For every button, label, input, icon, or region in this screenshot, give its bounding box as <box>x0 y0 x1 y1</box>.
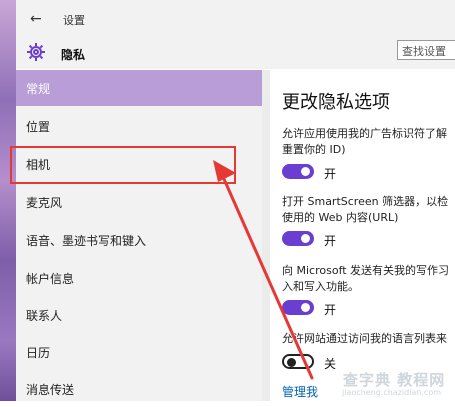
annotation-highlight-box <box>10 146 236 184</box>
watermark: 查字典 教程网 <box>343 371 446 389</box>
title-bar: ← 设置 <box>16 0 455 38</box>
toggle-state-label: 关 <box>324 357 337 371</box>
setting-description: 使用的 Web 内容(URL) <box>282 211 399 224</box>
gear-icon <box>27 43 45 61</box>
toggle-knob <box>301 167 310 176</box>
search-input[interactable]: 查找设置 <box>397 40 455 60</box>
sidebar-item-label: 日历 <box>26 346 51 360</box>
sidebar-item-label: 联系人 <box>26 309 63 323</box>
sidebar-item-microphone[interactable]: 麦克风 <box>16 184 262 220</box>
setting-description: 允许应用使用我的广告标识符了解 <box>282 127 447 140</box>
smartscreen-toggle[interactable] <box>282 231 314 246</box>
sidebar-item-label: 消息传送 <box>26 383 75 397</box>
toggle-knob <box>301 234 310 243</box>
toggle-knob <box>301 303 310 312</box>
advertising-id-toggle[interactable] <box>282 164 314 179</box>
sidebar-item-messaging[interactable]: 消息传送 <box>16 371 262 407</box>
setting-description: 允许网站通过访问我的语言列表来 <box>282 332 447 345</box>
toggle-state-label: 开 <box>324 303 337 317</box>
sidebar-item-label: 位置 <box>26 120 51 134</box>
sidebar-item-contacts[interactable]: 联系人 <box>16 297 262 333</box>
app-title: 设置 <box>63 14 85 27</box>
setting-description: 打开 SmartScreen 筛选器，以检 <box>282 195 449 208</box>
sidebar-item-general[interactable]: 常规 <box>16 70 262 106</box>
settings-window: ← 设置 隐私 查找设置 常规 位置 相机 麦克风 语音、墨迹书写和键入 帐户信… <box>16 0 455 401</box>
desktop-wallpaper <box>0 0 16 401</box>
back-arrow-icon[interactable]: ← <box>30 11 42 27</box>
sidebar-item-calendar[interactable]: 日历 <box>16 334 262 370</box>
setting-description: 入和写入功能。 <box>282 280 359 293</box>
watermark-url: jiaocheng.chazidian.com <box>342 388 442 397</box>
pane-divider <box>262 70 270 401</box>
setting-description: 重置你的 ID) <box>282 143 346 156</box>
toggle-state-label: 开 <box>324 234 337 248</box>
main-title: 更改隐私选项 <box>282 92 390 113</box>
writing-info-toggle[interactable] <box>282 300 314 315</box>
sidebar-item-label: 常规 <box>26 82 51 96</box>
manage-link[interactable]: 管理我 <box>282 383 318 400</box>
sidebar: 常规 位置 相机 麦克风 语音、墨迹书写和键入 帐户信息 联系人 日历 消息传送 <box>16 70 262 401</box>
toggle-knob <box>287 358 296 367</box>
sidebar-item-account-info[interactable]: 帐户信息 <box>16 260 262 296</box>
sidebar-item-label: 麦克风 <box>26 196 63 210</box>
sidebar-item-label: 帐户信息 <box>26 272 75 286</box>
main-pane: 更改隐私选项 允许应用使用我的广告标识符了解 重置你的 ID) 开 打开 Sma… <box>270 70 455 401</box>
sidebar-item-speech-inking[interactable]: 语音、墨迹书写和键入 <box>16 222 262 258</box>
sidebar-item-label: 语音、墨迹书写和键入 <box>26 234 147 248</box>
setting-description: 向 Microsoft 发送有关我的写作习 <box>282 264 450 277</box>
language-list-toggle[interactable] <box>282 354 314 369</box>
toggle-state-label: 开 <box>324 167 337 181</box>
page-title: 隐私 <box>61 48 86 62</box>
sidebar-item-location[interactable]: 位置 <box>16 108 262 144</box>
